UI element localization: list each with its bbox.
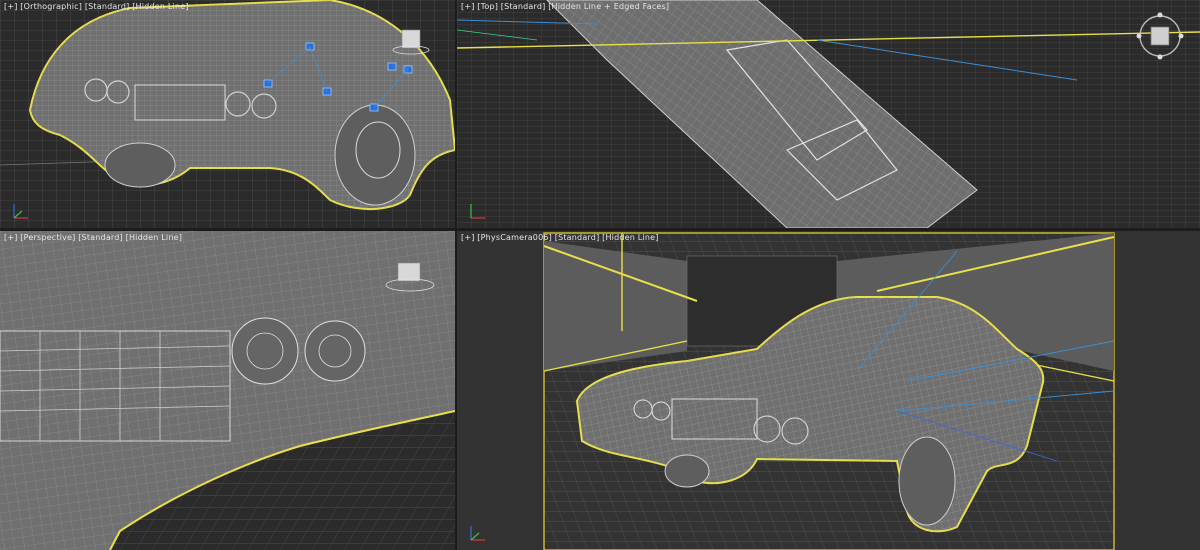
viewport-top[interactable]: [+] [Top] [Standard] [Hidden Line + Edge…: [457, 0, 1200, 228]
viewport-shading-label[interactable]: [Standard]: [85, 2, 130, 11]
viewport-shading-label[interactable]: [Standard]: [555, 233, 600, 242]
viewport-perspective[interactable]: [+] [Perspective] [Standard] [Hidden Lin…: [0, 231, 455, 550]
viewport-menu-plus[interactable]: [+]: [4, 2, 18, 11]
axis-tripod-icon: [470, 526, 485, 541]
viewport-shading-label[interactable]: [Standard]: [501, 2, 546, 11]
perspective-wireframe-scene: [0, 231, 455, 550]
viewport-view-label[interactable]: [Perspective]: [20, 233, 75, 242]
viewport-display-mode-label[interactable]: [Hidden Line]: [602, 233, 658, 242]
viewport-display-mode-label[interactable]: [Hidden Line + Edged Faces]: [548, 2, 669, 11]
viewcube-icon[interactable]: [1134, 10, 1186, 62]
viewport-display-mode-label[interactable]: [Hidden Line]: [132, 2, 188, 11]
viewport-label-perspective[interactable]: [+] [Perspective] [Standard] [Hidden Lin…: [4, 233, 182, 242]
viewport-view-label[interactable]: [Top]: [477, 2, 498, 11]
viewport-menu-plus[interactable]: [+]: [4, 233, 18, 242]
viewport-view-label[interactable]: [Orthographic]: [20, 2, 82, 11]
axis-tripod-icon: [470, 204, 485, 219]
viewport-shading-label[interactable]: [Standard]: [78, 233, 123, 242]
viewport-view-label[interactable]: [PhysCamera006]: [477, 233, 552, 242]
viewport-label-physcamera[interactable]: [+] [PhysCamera006] [Standard] [Hidden L…: [461, 233, 659, 242]
viewport-menu-plus[interactable]: [+]: [461, 233, 475, 242]
axis-tripod-icon: [13, 204, 28, 219]
viewport-display-mode-label[interactable]: [Hidden Line]: [126, 233, 182, 242]
top-wireframe-scene: [457, 0, 1200, 228]
viewport-physcamera[interactable]: [+] [PhysCamera006] [Standard] [Hidden L…: [457, 231, 1200, 550]
viewport-label-top[interactable]: [+] [Top] [Standard] [Hidden Line + Edge…: [461, 2, 669, 11]
viewport-menu-plus[interactable]: [+]: [461, 2, 475, 11]
orthographic-wireframe-scene: [0, 0, 455, 228]
viewport-label-orthographic[interactable]: [+] [Orthographic] [Standard] [Hidden Li…: [4, 2, 189, 11]
viewport-orthographic[interactable]: [+] [Orthographic] [Standard] [Hidden Li…: [0, 0, 455, 228]
camera-wireframe-scene: [457, 231, 1200, 550]
